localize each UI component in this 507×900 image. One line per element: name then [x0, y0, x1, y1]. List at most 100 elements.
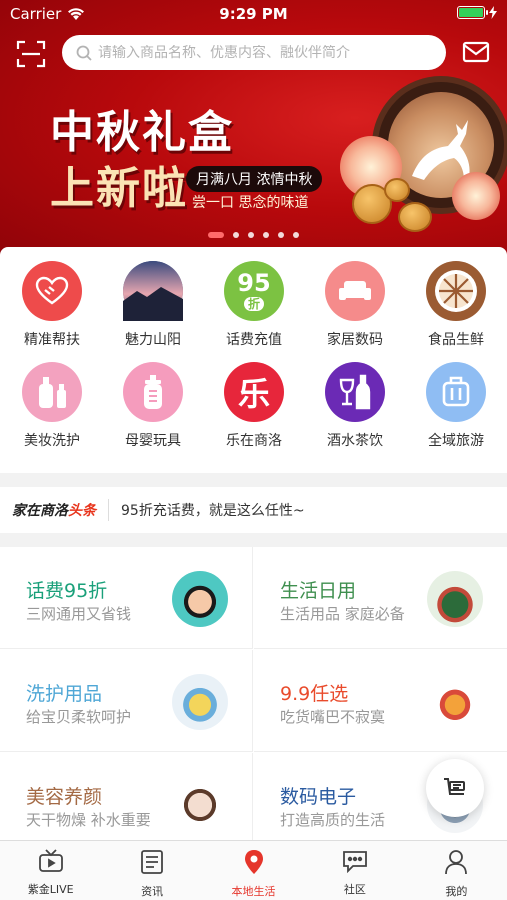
tab-label: 我的	[445, 885, 468, 898]
logo-text: 家在商洛	[12, 503, 68, 519]
category-label: 酒水茶饮	[327, 433, 383, 449]
tab-tv[interactable]: 紫金LIVE	[0, 841, 101, 900]
tab-label: 紫金LIVE	[27, 883, 74, 896]
divider	[108, 499, 109, 521]
landscape-photo-icon	[123, 261, 183, 321]
cart-icon	[444, 778, 465, 795]
tab-person[interactable]: 我的	[406, 841, 507, 900]
category-label: 美妆洗护	[24, 433, 80, 449]
search-input[interactable]	[98, 44, 438, 61]
carousel-dot[interactable]	[278, 232, 284, 238]
carousel-dot[interactable]	[293, 232, 299, 238]
tab-chat-bubble[interactable]: 社区	[304, 841, 405, 900]
promo-bath-bottles[interactable]: 洗护用品给宝贝柔软呵护	[0, 650, 253, 752]
headline-text[interactable]: 95折充话费，就是这么任性~	[121, 500, 305, 520]
tab-news-list[interactable]: 资讯	[101, 841, 202, 900]
baby-bottle-icon	[123, 362, 183, 422]
promo-title: 美容养颜	[26, 786, 103, 808]
promo-face-mask[interactable]: 美容养颜天干物燥 补水重要	[0, 753, 253, 840]
battery-fill	[459, 8, 483, 17]
category-label: 食品生鲜	[428, 332, 484, 348]
cosmetics-icon	[22, 362, 82, 422]
promo-subtitle: 给宝贝柔软呵护	[26, 708, 132, 726]
category-label: 精准帮扶	[24, 332, 80, 348]
promo-title: 生活日用	[280, 580, 357, 602]
promo-title: 9.9任选	[280, 683, 349, 705]
badge-number: 95	[237, 269, 271, 297]
snacks-icon	[427, 674, 483, 730]
promo-subtitle: 天干物燥 补水重要	[26, 811, 151, 829]
location-pin-icon	[243, 849, 265, 879]
banner-title-line1: 中秋礼盒	[50, 107, 234, 158]
status-right	[457, 6, 497, 19]
banner-subtitle: 月满八月 浓情中秋	[186, 166, 323, 192]
chat-bubble-icon	[341, 849, 369, 877]
carousel-dot[interactable]	[263, 232, 269, 238]
badge-unit: 折	[243, 297, 264, 311]
promo-snacks[interactable]: 9.9任选吃货嘴巴不寂寞	[254, 650, 507, 752]
promo-banner[interactable]: 中秋礼盒 上新啦 月满八月 浓情中秋 尝一口 思念的味道	[0, 74, 507, 244]
category-handshake[interactable]: 精准帮扶	[2, 261, 102, 349]
cart-button[interactable]	[426, 759, 484, 817]
le-character-icon: 乐	[224, 362, 284, 422]
wine-icon	[325, 362, 385, 422]
carousel-dot[interactable]	[248, 232, 254, 238]
status-bar: Carrier 9:29 PM	[0, 0, 507, 28]
search-bar[interactable]	[62, 35, 446, 70]
carousel-dot[interactable]	[208, 232, 224, 238]
discount-95-icon: 95 折	[224, 261, 284, 321]
category-label: 魅力山阳	[125, 332, 181, 348]
category-discount-95[interactable]: 95 折话费充值	[204, 261, 304, 349]
category-cosmetics[interactable]: 美妆洗护	[2, 362, 102, 450]
tab-label: 本地生活	[231, 885, 276, 898]
news-list-icon	[140, 849, 164, 879]
category-label: 乐在商洛	[226, 433, 282, 449]
chrysanthemum-right	[452, 172, 500, 220]
citrus-icon	[426, 261, 486, 321]
headline-strip[interactable]: 家在商洛头条 95折充话费，就是这么任性~	[0, 487, 507, 533]
category-label: 话费充值	[226, 332, 282, 348]
category-wine[interactable]: 酒水茶饮	[305, 362, 405, 450]
category-citrus[interactable]: 食品生鲜	[406, 261, 506, 349]
mail-icon[interactable]	[462, 41, 490, 63]
hero-header: Carrier 9:29 PM 请输入商品名称、优惠内容、融伙伴简介 中秋礼盒 …	[0, 0, 507, 262]
bath-bottles-icon	[172, 674, 228, 730]
person-icon	[444, 849, 468, 879]
promo-title: 话费95折	[26, 580, 108, 602]
charging-icon	[489, 6, 497, 19]
scan-icon[interactable]	[16, 40, 46, 68]
mooncake	[398, 202, 432, 232]
tab-label: 社区	[343, 883, 366, 896]
category-landscape-photo[interactable]: 魅力山阳	[103, 261, 203, 349]
sofa-icon	[325, 261, 385, 321]
tab-location-pin[interactable]: 本地生活	[203, 841, 304, 900]
promo-subtitle: 三网通用又省钱	[26, 605, 132, 623]
clock: 9:29 PM	[219, 5, 288, 23]
promo-grocery-bag[interactable]: 生活日用生活用品 家庭必备	[254, 547, 507, 649]
kid-phone-icon	[172, 571, 228, 627]
banner-title-line2: 上新啦	[50, 163, 188, 214]
glyph: 乐	[237, 375, 270, 413]
category-label: 家居数码	[327, 332, 383, 348]
battery-icon	[457, 6, 488, 19]
banner-subtitle2: 尝一口 思念的味道	[192, 195, 309, 211]
mooncake	[384, 178, 410, 202]
tv-icon	[38, 849, 64, 877]
promo-subtitle: 生活用品 家庭必备	[280, 605, 405, 623]
headline-logo: 家在商洛头条	[12, 500, 96, 520]
promo-kid-phone[interactable]: 话费95折三网通用又省钱	[0, 547, 253, 649]
carousel-dots	[0, 232, 507, 238]
grocery-bag-icon	[427, 571, 483, 627]
promo-title: 数码电子	[280, 786, 357, 808]
promo-subtitle: 吃货嘴巴不寂寞	[280, 708, 386, 726]
logo-text-red: 头条	[68, 503, 96, 519]
category-le-character[interactable]: 乐乐在商洛	[204, 362, 304, 450]
tab-label: 资讯	[141, 885, 164, 898]
category-sofa[interactable]: 家居数码	[305, 261, 405, 349]
tab-bar: 紫金LIVE 资讯 本地生活 社区 我的	[0, 840, 507, 900]
category-luggage[interactable]: 全域旅游	[406, 362, 506, 450]
carousel-dot[interactable]	[233, 232, 239, 238]
category-baby-bottle[interactable]: 母婴玩具	[103, 362, 203, 450]
category-label: 全域旅游	[428, 433, 484, 449]
promo-title: 洗护用品	[26, 683, 103, 705]
